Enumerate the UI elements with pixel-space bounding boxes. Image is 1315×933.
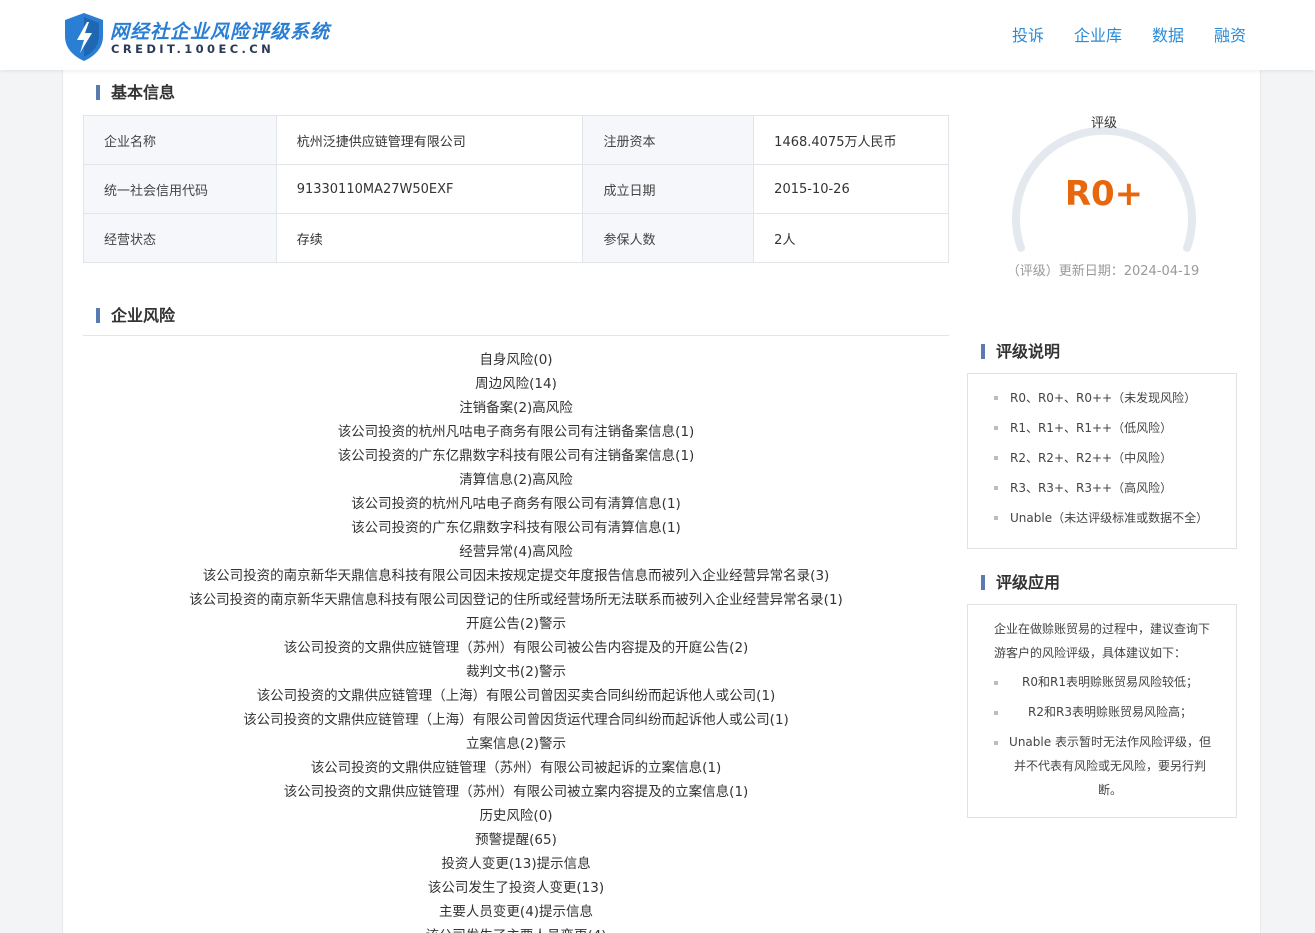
nav-item-company-db[interactable]: 企业库 (1074, 22, 1122, 46)
risk-list: 自身风险(0) 周边风险(14) 注销备案(2)高风险该公司投资的杭州凡咕电子商务有… (83, 348, 949, 933)
risk-item: 主要人员变更(4)提示信息 (438, 904, 594, 920)
section-divider (83, 335, 949, 336)
rating-desc-item: R1、R1+、R1++（低风险） (968, 413, 1236, 443)
company-name-value: 杭州泛捷供应链管理有限公司 (275, 115, 584, 165)
risk-item: 该公司发生了主要人员变更(4) (83, 924, 949, 933)
logo-title: 网经社企业风险评级系统 (110, 21, 331, 43)
risk-item: 裁判文书(2)警示 (465, 664, 567, 680)
risk-item: 开庭公告(2)警示 (465, 616, 567, 632)
risk-item: 周边风险(14) (475, 376, 557, 392)
rating-desc-item: R3、R3+、R3++（高风险） (968, 473, 1236, 503)
shield-bolt-icon (65, 13, 103, 61)
risk-item: 该公司投资的文鼎供应链管理（上海）有限公司曾因买卖合同纠纷而起诉他人或公司(1) (256, 688, 776, 704)
table-row: 统一社会信用代码 91330110MA27W50EXF 成立日期 2015-10… (83, 164, 949, 214)
risk-item: 立案信息(2)警示 (465, 736, 567, 752)
field-label: 成立日期 (582, 164, 755, 214)
rating-desc-title: 评级说明 (981, 343, 1060, 361)
basic-info-title: 基本信息 (96, 84, 175, 102)
nav-item-complaints[interactable]: 投诉 (1012, 22, 1044, 46)
risk-item: 该公司投资的文鼎供应链管理（苏州）有限公司被起诉的立案信息(1) (310, 760, 722, 776)
main-nav: 投诉 企业库 数据 融资 (982, 22, 1246, 46)
field-label: 经营状态 (83, 213, 277, 263)
rating-apply-intro: 企业在做赊账贸易的过程中，建议查询下游客户的风险评级，具体建议如下： (994, 622, 1211, 660)
rating-desc-item: R0、R0+、R0++（未发现风险） (968, 383, 1236, 413)
nav-item-data[interactable]: 数据 (1152, 22, 1184, 46)
risk-item: 该公司投资的文鼎供应链管理（苏州）有限公司被公告内容提及的开庭公告(2) (283, 640, 749, 656)
table-row: 企业名称 杭州泛捷供应链管理有限公司 注册资本 1468.4075万人民币 (83, 115, 949, 165)
risk-item: 该公司投资的南京新华天鼎信息科技有限公司因未按规定提交年度报告信息而被列入企业经… (202, 568, 830, 584)
rating-apply-item: Unable 表示暂时无法作风险评级，但并不代表有风险或无风险，要另行判断。 (968, 727, 1236, 805)
rating-desc-item: Unable（未达评级标准或数据不全） (968, 503, 1236, 533)
rating-update-date: （评级）更新日期：2024-04-19 (1006, 264, 1200, 279)
field-label: 统一社会信用代码 (83, 164, 277, 214)
table-row: 经营状态 存续 参保人数 2人 (83, 213, 949, 263)
risk-item: 清算信息(2)高风险 (459, 472, 573, 488)
risk-item: 该公司投资的杭州凡咕电子商务有限公司有注销备案信息(1) (337, 424, 695, 440)
risk-item: 该公司投资的文鼎供应链管理（苏州）有限公司被立案内容提及的立案信息(1) (283, 784, 749, 800)
insured-count-value: 2人 (753, 213, 949, 263)
risk-item: 注销备案(2)高风险 (459, 400, 573, 416)
rating-apply-item: R2和R3表明赊账贸易风险高； (968, 697, 1236, 727)
field-label: 注册资本 (582, 115, 755, 165)
rating-apply-box: 企业在做赊账贸易的过程中，建议查询下游客户的风险评级，具体建议如下： R0和R1… (967, 604, 1237, 818)
main-content: 基本信息 企业名称 杭州泛捷供应链管理有限公司 注册资本 1468.4075万人… (62, 70, 1261, 933)
top-header: 网经社企业风险评级系统 CREDIT.100EC.CN 投诉 企业库 数据 融资 (0, 0, 1315, 70)
founded-date-value: 2015-10-26 (753, 164, 949, 214)
nav-item-financing[interactable]: 融资 (1214, 22, 1246, 46)
registered-capital-value: 1468.4075万人民币 (753, 115, 949, 165)
risk-item: 历史风险(0) (479, 808, 553, 824)
logo-subtitle: CREDIT.100EC.CN (111, 42, 275, 56)
risk-item: 该公司发生了投资人变更(13) (427, 880, 605, 896)
field-label: 企业名称 (83, 115, 277, 165)
rating-value: R0+ (1064, 174, 1144, 214)
risk-item: 该公司投资的广东亿鼎数字科技有限公司有清算信息(1) (351, 520, 681, 536)
risk-item: 该公司投资的文鼎供应链管理（上海）有限公司曾因货运代理合同纠纷而起诉他人或公司(… (243, 712, 789, 728)
rating-apply-item: R0和R1表明赊账贸易风险较低； (968, 667, 1236, 697)
business-status-value: 存续 (275, 213, 584, 263)
risk-item: 投资人变更(13)提示信息 (441, 856, 591, 872)
credit-code-value: 91330110MA27W50EXF (275, 164, 584, 214)
rating-desc-box: R0、R0+、R0++（未发现风险） R1、R1+、R1++（低风险） R2、R… (967, 373, 1237, 549)
rating-label: 评级 (1090, 116, 1117, 131)
site-logo[interactable]: 网经社企业风险评级系统 CREDIT.100EC.CN (62, 11, 329, 63)
risk-item: 该公司投资的广东亿鼎数字科技有限公司有注销备案信息(1) (337, 448, 695, 464)
risk-item: 该公司投资的南京新华天鼎信息科技有限公司因登记的住所或经营场所无法联系而被列入企… (189, 592, 843, 608)
rating-desc-item: R2、R2+、R2++（中风险） (968, 443, 1236, 473)
risk-item: 预警提醒(65) (475, 832, 557, 848)
basic-info-table: 企业名称 杭州泛捷供应链管理有限公司 注册资本 1468.4075万人民币 统一… (83, 115, 949, 263)
risk-item: 自身风险(0) (479, 352, 553, 368)
rating-apply-title: 评级应用 (981, 574, 1060, 592)
enterprise-risk-title: 企业风险 (96, 307, 175, 325)
risk-item: 该公司投资的杭州凡咕电子商务有限公司有清算信息(1) (351, 496, 681, 512)
field-label: 参保人数 (582, 213, 755, 263)
risk-item: 经营异常(4)高风险 (459, 544, 573, 560)
